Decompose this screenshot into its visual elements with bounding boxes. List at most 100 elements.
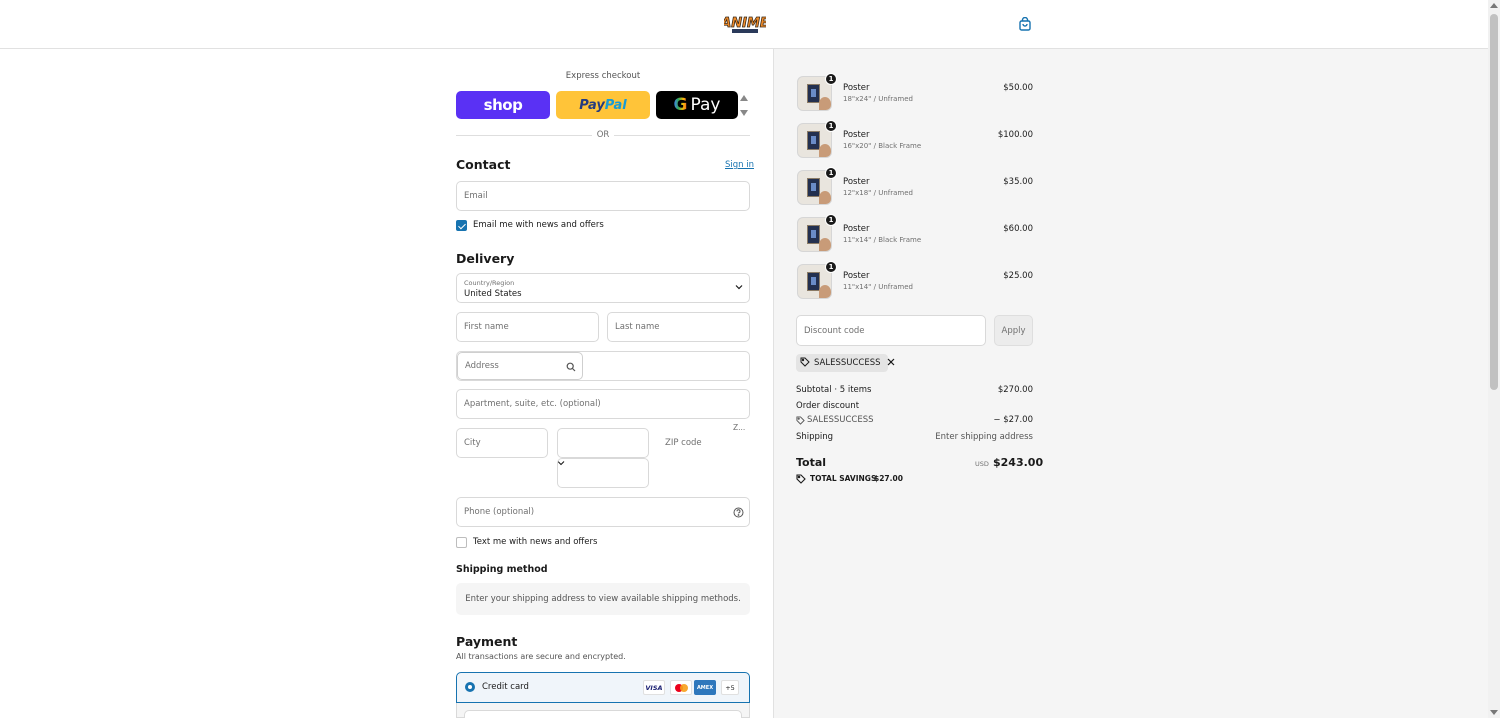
first-name-placeholder: First name <box>464 322 509 332</box>
shipping-method-title: Shipping method <box>456 564 548 575</box>
address-field[interactable]: Address <box>457 352 583 380</box>
item-price: $60.00 <box>1003 224 1033 234</box>
apply-discount-button[interactable]: Apply <box>994 315 1033 346</box>
mastercard-icon <box>670 680 692 695</box>
applied-discount-code: SALESSUCCESS <box>814 358 881 368</box>
search-icon[interactable] <box>566 362 576 375</box>
payment-subtitle: All transactions are secure and encrypte… <box>456 652 626 661</box>
amex-icon: AMEX <box>694 680 716 695</box>
poster-image <box>807 272 820 291</box>
shopping-bag-icon[interactable] <box>1018 16 1032 31</box>
paypal-logo-pal: Pal <box>604 97 627 113</box>
phone-placeholder: Phone (optional) <box>464 507 535 517</box>
text-news-checkbox[interactable] <box>456 537 467 548</box>
express-checkout-label: Express checkout <box>565 71 641 81</box>
shipping-info-text: Enter your shipping address to view avai… <box>465 594 741 604</box>
email-placeholder: Email <box>464 191 488 201</box>
state-dropdown-box[interactable] <box>557 458 649 488</box>
phone-field[interactable]: Phone (optional) <box>456 497 750 527</box>
order-discount-label: Order discount <box>796 401 860 411</box>
total-savings-label: TOTAL SAVINGS <box>810 474 877 483</box>
shop-pay-button[interactable]: shop <box>456 91 550 119</box>
more-options-down-icon[interactable] <box>740 110 748 116</box>
item-name: Poster <box>843 271 870 281</box>
credit-card-radio[interactable] <box>465 682 475 692</box>
person-image <box>819 191 831 204</box>
total-currency: USD <box>975 460 989 468</box>
paypal-button[interactable]: Pay Pal <box>556 91 650 119</box>
poster-image <box>807 84 820 103</box>
scroll-up-arrow-icon[interactable] <box>1490 3 1498 8</box>
contact-title: Contact <box>456 157 511 172</box>
more-options-up-icon[interactable] <box>740 95 748 101</box>
scroll-down-arrow-icon[interactable] <box>1490 710 1498 715</box>
email-news-checkbox[interactable] <box>456 220 467 231</box>
savings-tag-icon <box>796 474 806 487</box>
google-g-icon: G <box>673 95 688 115</box>
discount-code-field[interactable]: Discount code <box>796 315 986 346</box>
zip-code-label[interactable]: ZIP code <box>665 438 702 448</box>
sign-in-link[interactable]: Sign in <box>725 160 754 170</box>
paypal-logo-pay: Pay <box>579 97 605 113</box>
shipping-info-box: Enter your shipping address to view avai… <box>456 583 750 615</box>
item-name: Poster <box>843 83 870 93</box>
total-label: Total <box>796 456 827 469</box>
text-news-label: Text me with news and offers <box>473 537 598 547</box>
poster-image <box>807 131 820 150</box>
help-icon[interactable] <box>733 507 744 521</box>
item-variant: 18"x24" / Unframed <box>843 95 913 103</box>
order-discount-value: − $27.00 <box>993 415 1033 425</box>
quantity-badge: 1 <box>825 261 837 273</box>
country-value: United States <box>464 289 522 299</box>
item-price: $25.00 <box>1003 271 1033 281</box>
payment-title: Payment <box>456 634 518 649</box>
quantity-badge: 1 <box>825 120 837 132</box>
country-select[interactable]: Country/Region United States <box>456 273 750 303</box>
page-scrollbar[interactable] <box>1488 0 1500 718</box>
apartment-field[interactable]: Apartment, suite, etc. (optional) <box>456 389 750 419</box>
country-label: Country/Region <box>464 279 515 287</box>
discount-tag-icon <box>796 416 805 428</box>
card-number-field[interactable] <box>464 710 742 718</box>
total-value: $243.00 <box>993 456 1044 469</box>
person-image <box>819 238 831 251</box>
email-field[interactable]: Email <box>456 181 750 211</box>
zip-truncated-label: Z... <box>733 423 746 432</box>
item-price: $50.00 <box>1003 83 1033 93</box>
applied-discount-chip: SALESSUCCESS <box>796 354 894 372</box>
store-logo[interactable]: ANIME <box>720 12 769 36</box>
subtotal-label: Subtotal · 5 items <box>796 385 872 395</box>
order-discount-code: SALESSUCCESS <box>807 415 874 425</box>
quantity-badge: 1 <box>825 167 837 179</box>
item-variant: 11"x14" / Unframed <box>843 283 913 291</box>
item-price: $35.00 <box>1003 177 1033 187</box>
apartment-placeholder: Apartment, suite, etc. (optional) <box>464 399 601 409</box>
last-name-placeholder: Last name <box>615 322 660 332</box>
poster-image <box>807 178 820 197</box>
chevron-down-icon <box>735 283 743 294</box>
last-name-field[interactable]: Last name <box>607 312 750 342</box>
delivery-title: Delivery <box>456 251 515 266</box>
quantity-badge: 1 <box>825 214 837 226</box>
address-placeholder: Address <box>465 361 499 371</box>
state-field[interactable] <box>557 428 649 458</box>
shop-pay-logo: shop <box>483 96 523 114</box>
item-variant: 12"x18" / Unframed <box>843 189 913 197</box>
remove-discount-icon[interactable] <box>887 358 895 369</box>
quantity-badge: 1 <box>825 73 837 85</box>
email-news-label: Email me with news and offers <box>473 220 604 230</box>
first-name-field[interactable]: First name <box>456 312 599 342</box>
scroll-thumb[interactable] <box>1490 14 1498 390</box>
item-name: Poster <box>843 224 870 234</box>
city-field[interactable]: City <box>456 428 548 458</box>
svg-text:ANIME: ANIME <box>724 16 766 31</box>
total-savings-value: $27.00 <box>874 474 903 483</box>
credit-card-label: Credit card <box>482 682 529 692</box>
poster-image <box>807 225 820 244</box>
city-placeholder: City <box>464 438 481 448</box>
item-price: $100.00 <box>997 130 1033 140</box>
or-text: OR <box>592 130 614 140</box>
item-variant: 16"x20" / Black Frame <box>843 142 922 150</box>
google-pay-button[interactable]: G Pay <box>656 91 738 119</box>
subtotal-value: $270.00 <box>997 385 1033 395</box>
